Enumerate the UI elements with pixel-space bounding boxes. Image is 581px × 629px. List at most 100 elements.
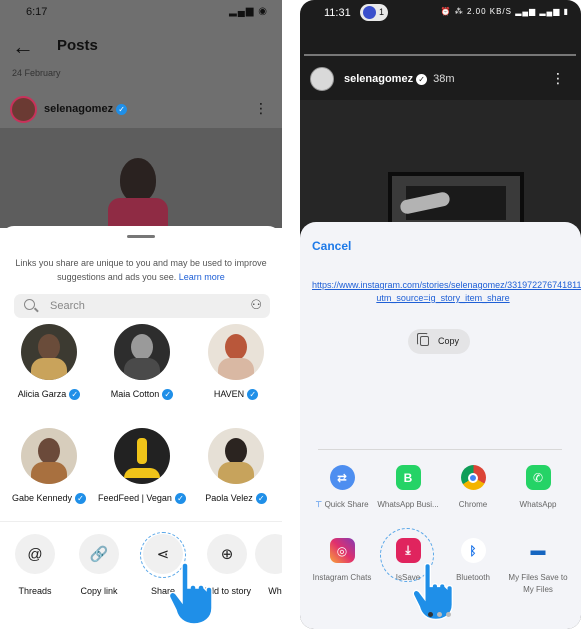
avatar	[208, 324, 264, 380]
avatar[interactable]	[10, 96, 37, 123]
contact-name: Maia Cotton	[110, 389, 160, 399]
verified-badge-icon: ✓	[69, 389, 81, 401]
avatar	[21, 428, 77, 484]
notification-badge: 1	[360, 4, 388, 21]
avatar	[114, 324, 170, 380]
verified-badge-icon: ✓	[174, 493, 186, 505]
app-label: Quick Share	[324, 500, 369, 509]
avatar[interactable]	[310, 67, 334, 91]
action-label: Threads	[18, 586, 52, 596]
app-whatsapp[interactable]: ✆ WhatsApp	[503, 465, 573, 511]
story-progress-bar	[304, 54, 576, 56]
app-label: WhatsApp	[519, 500, 557, 509]
status-icons: ▂▄▆ ◉	[229, 6, 268, 17]
contact-gabe-kennedy[interactable]: Gabe Kennedy ✓	[4, 428, 94, 505]
left-phone-screen: 6:17 ▂▄▆ ◉ ← Posts 24 February selenagom…	[0, 0, 282, 629]
action-label: Copy link	[80, 586, 118, 596]
contact-maia-cotton[interactable]: Maia Cotton ✓	[97, 324, 187, 401]
verified-badge-icon: ✓	[247, 389, 259, 401]
copy-label: Copy	[438, 336, 460, 346]
quick-share-icon: ⇄	[329, 465, 355, 490]
more-options-icon[interactable]: ⋮	[254, 100, 268, 117]
contact-haven[interactable]: HAVEN ✓	[191, 324, 281, 401]
link-icon: 🔗	[79, 534, 119, 574]
chrome-icon	[460, 465, 486, 490]
verified-badge-icon: ✓	[255, 493, 267, 505]
story-user-row: selenagomez ✓ 38m ⋮	[300, 64, 581, 96]
contact-name: Paola Velez	[205, 493, 253, 503]
post-image	[0, 128, 282, 228]
avatar	[114, 428, 170, 484]
contact-name: FeedFeed | Vegan	[98, 493, 172, 503]
status-time: 11:31	[324, 7, 351, 19]
search-input[interactable]: Search ⚇	[14, 294, 270, 318]
page-title: Posts	[57, 37, 98, 54]
post-date: 24 February	[12, 68, 61, 78]
folder-icon: ▬	[530, 542, 546, 559]
contact-name: HAVEN	[213, 389, 245, 399]
bluetooth-icon: ᛒ	[460, 538, 486, 563]
profile-icon	[363, 6, 376, 19]
post-user-row: selenagomez ✓ ⋮	[0, 88, 282, 128]
verified-badge-icon: ✓	[116, 103, 128, 115]
notification-count: 1	[379, 7, 385, 17]
divider	[318, 449, 562, 450]
status-bar: 11:31 1 ⏰ ⁂ 2.00 KB/S ▂▄▆ ▂▄▆ ▮	[300, 0, 581, 26]
story-time: 38m	[433, 73, 455, 85]
verified-badge-icon: ✓	[162, 389, 174, 401]
threads-button[interactable]: @ Threads	[5, 534, 65, 596]
status-bar: 6:17 ▂▄▆ ◉	[0, 0, 282, 26]
app-label: Chrome	[458, 500, 488, 509]
learn-more-link[interactable]: Learn more	[179, 272, 225, 282]
story-username[interactable]: selenagomez ✓ 38m	[344, 73, 455, 85]
add-people-icon[interactable]: ⚇	[250, 297, 262, 313]
right-phone-screen: 11:31 1 ⏰ ⁂ 2.00 KB/S ▂▄▆ ▂▄▆ ▮ selenago…	[300, 0, 581, 629]
copy-link-button[interactable]: 🔗 Copy link	[69, 534, 129, 596]
contact-alicia-garza[interactable]: Alicia Garza ✓	[4, 324, 94, 401]
sheet-drag-handle[interactable]	[127, 235, 155, 238]
app-quick-share[interactable]: ⇄ ⊤ Quick Share	[307, 465, 377, 511]
threads-icon: @	[15, 534, 55, 574]
app-label: WhatsApp Busi...	[377, 500, 439, 509]
app-instagram-chats[interactable]: ◎ Instagram Chats	[307, 538, 377, 584]
status-icons: ⏰ ⁂ 2.00 KB/S ▂▄▆ ▂▄▆ ▮	[440, 7, 569, 16]
share-actions-row: @ Threads 🔗 Copy link ⋖ Share ⊕ Add to s…	[0, 521, 282, 629]
avatar	[208, 428, 264, 484]
pin-icon: ⊤	[315, 500, 323, 509]
search-icon	[24, 299, 35, 310]
whatsapp-button[interactable]: Wh	[255, 534, 282, 596]
app-whatsapp-business[interactable]: B WhatsApp Busi...	[373, 465, 443, 511]
whatsapp-icon: ✆	[525, 465, 551, 490]
status-time: 6:17	[26, 6, 48, 18]
avatar	[21, 324, 77, 380]
app-chrome[interactable]: Chrome	[438, 465, 508, 511]
post-person-body	[108, 198, 168, 228]
app-label: My Files Save to My Files	[508, 573, 568, 594]
share-url-link[interactable]: https://www.instagram.com/stories/selena…	[312, 279, 581, 305]
post-username[interactable]: selenagomez ✓	[44, 103, 128, 115]
app-my-files[interactable]: ▬ My Files Save to My Files	[503, 538, 573, 596]
copy-icon	[417, 333, 429, 346]
action-label: Wh	[268, 586, 282, 596]
tap-hand-icon	[168, 562, 213, 625]
contact-feedfeed-vegan[interactable]: FeedFeed | Vegan ✓	[97, 428, 187, 505]
copy-button[interactable]: Copy	[408, 329, 470, 354]
story-image	[300, 100, 581, 230]
share-info-text: Links you share are unique to you and ma…	[15, 258, 267, 282]
instagram-icon: ◎	[329, 538, 355, 563]
contact-name: Alicia Garza	[17, 389, 67, 399]
app-label: Instagram Chats	[312, 573, 372, 582]
search-placeholder: Search	[50, 300, 85, 312]
page-indicator	[428, 604, 455, 622]
more-options-icon[interactable]: ⋮	[551, 70, 565, 87]
back-arrow-icon[interactable]: ←	[12, 34, 34, 60]
verified-badge-icon: ✓	[416, 73, 428, 85]
post-person-head	[120, 158, 156, 202]
whatsapp-icon	[255, 534, 282, 574]
whatsapp-business-icon: B	[395, 465, 421, 490]
verified-badge-icon: ✓	[75, 493, 87, 505]
contact-name: Gabe Kennedy	[11, 493, 73, 503]
contact-paola-velez[interactable]: Paola Velez ✓	[191, 428, 281, 505]
post-date-bar: 24 February	[0, 62, 282, 88]
cancel-button[interactable]: Cancel	[312, 239, 351, 253]
